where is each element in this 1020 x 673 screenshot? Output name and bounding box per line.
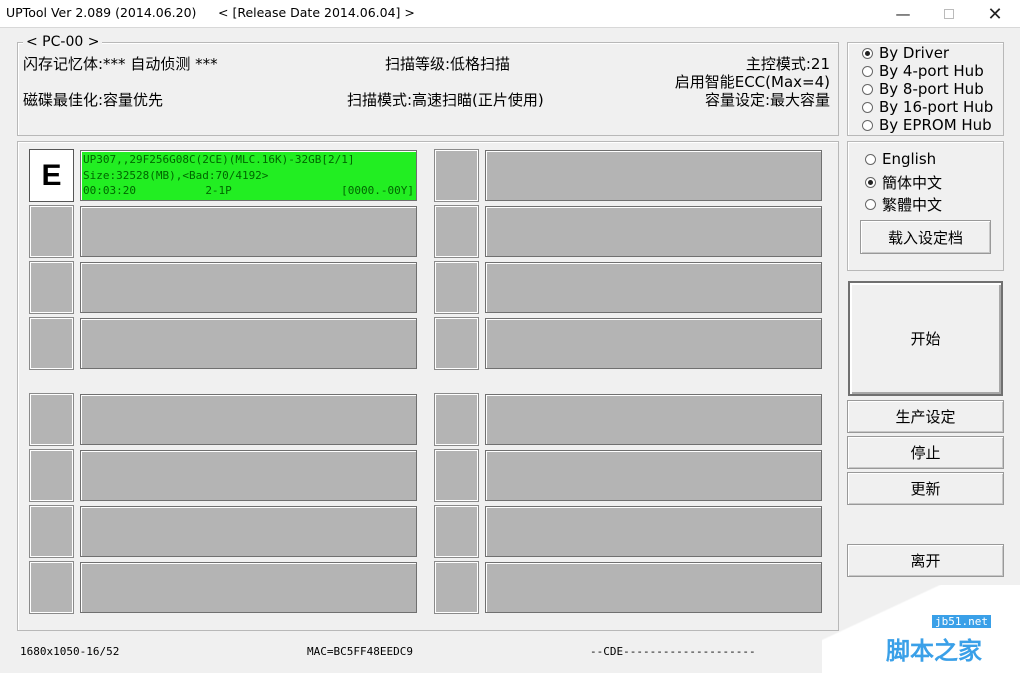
port-status[interactable] (80, 506, 417, 557)
port-status[interactable] (485, 450, 822, 501)
port-e-line2: Size:32528(MB),<Bad:70/4192> (83, 168, 414, 184)
radio-by-driver[interactable]: By Driver (862, 44, 949, 62)
port-indicator (30, 262, 73, 313)
radio-by-8-port-hub[interactable]: By 8-port Hub (862, 80, 984, 98)
port-indicator (435, 262, 478, 313)
port-e-elapsed-time: 00:03:20 (83, 183, 136, 199)
port-indicator (30, 394, 73, 445)
release-date: < [Release Date 2014.06.04] > (218, 5, 415, 20)
exit-button[interactable]: 离开 (847, 544, 1004, 577)
radio-unchecked-icon (865, 199, 876, 210)
port-indicator (30, 562, 73, 613)
scan-mode-label: 扫描模式:高速扫瞄(正片使用) (347, 89, 544, 110)
status-mac: MAC=BC5FF48EEDC9 (307, 645, 413, 658)
port-e-mode: 2-1P (205, 183, 232, 199)
radio-checked-icon (865, 177, 876, 188)
port-e-status[interactable]: UP307,,29F256G08C(2CE)(MLC.16K)-32GB[2/1… (80, 150, 417, 201)
port-status[interactable] (485, 318, 822, 369)
port-status[interactable] (485, 562, 822, 613)
port-status[interactable] (485, 262, 822, 313)
disk-optimize-label: 磁碟最佳化:容量优先 (23, 89, 163, 110)
radio-by-eprom-hub[interactable]: By EPROM Hub (862, 116, 992, 134)
port-status[interactable] (80, 206, 417, 257)
port-status[interactable] (80, 394, 417, 445)
radio-by-16-port-hub[interactable]: By 16-port Hub (862, 98, 993, 116)
port-indicator (30, 450, 73, 501)
title-bar: UPTool Ver 2.089 (2014.06.20) < [Release… (0, 0, 1020, 28)
radio-simplified-chinese[interactable]: 簡体中文 (865, 172, 942, 193)
status-cde: --CDE-------------------- (590, 645, 756, 658)
port-e-indicator: E (30, 150, 73, 201)
flash-memory-label: 闪存记忆体:*** 自动侦测 *** (23, 53, 218, 74)
radio-unchecked-icon (862, 84, 873, 95)
watermark-site: 脚本之家 (886, 631, 982, 666)
production-settings-button[interactable]: 生产设定 (847, 400, 1004, 433)
port-status[interactable] (485, 394, 822, 445)
load-settings-button[interactable]: 载入设定档 (860, 220, 991, 254)
port-status[interactable] (80, 262, 417, 313)
port-status[interactable] (485, 150, 822, 201)
window-title: UPTool Ver 2.089 (2014.06.20) (6, 5, 196, 20)
maximize-icon[interactable] (926, 0, 972, 28)
watermark: jb51.net 脚本之家 (822, 585, 1020, 673)
radio-unchecked-icon (862, 120, 873, 131)
port-indicator (435, 206, 478, 257)
port-indicator (435, 562, 478, 613)
port-status[interactable] (485, 206, 822, 257)
radio-english[interactable]: English (865, 150, 936, 168)
port-status[interactable] (80, 562, 417, 613)
close-icon[interactable]: ✕ (972, 0, 1018, 28)
port-indicator (435, 318, 478, 369)
radio-checked-icon (862, 48, 873, 59)
radio-unchecked-icon (862, 102, 873, 113)
stop-button[interactable]: 停止 (847, 436, 1004, 469)
port-indicator (435, 450, 478, 501)
radio-by-4-port-hub[interactable]: By 4-port Hub (862, 62, 984, 80)
update-button[interactable]: 更新 (847, 472, 1004, 505)
port-e-line3: 00:03:20 2-1P [0000.-00Y] (83, 183, 414, 199)
minimize-icon[interactable]: — (880, 0, 926, 28)
watermark-url: jb51.net (932, 615, 991, 628)
capacity-setting-label: 容量设定:最大容量 (705, 89, 830, 110)
port-indicator (435, 506, 478, 557)
info-panel-legend: < PC-00 > (23, 34, 102, 50)
start-button[interactable]: 开始 (848, 281, 1003, 396)
status-resolution: 1680x1050-16/52 (20, 645, 119, 658)
port-status[interactable] (80, 450, 417, 501)
radio-unchecked-icon (865, 154, 876, 165)
scan-level-label: 扫描等级:低格扫描 (385, 53, 510, 74)
port-e-code: [0000.-00Y] (341, 183, 414, 199)
port-status[interactable] (80, 318, 417, 369)
port-indicator (435, 394, 478, 445)
radio-traditional-chinese[interactable]: 繁體中文 (865, 194, 942, 215)
radio-unchecked-icon (862, 66, 873, 77)
port-indicator (435, 150, 478, 201)
port-status[interactable] (485, 506, 822, 557)
port-indicator (30, 506, 73, 557)
port-indicator (30, 318, 73, 369)
port-indicator (30, 206, 73, 257)
port-e-line1: UP307,,29F256G08C(2CE)(MLC.16K)-32GB[2/1… (83, 152, 414, 168)
